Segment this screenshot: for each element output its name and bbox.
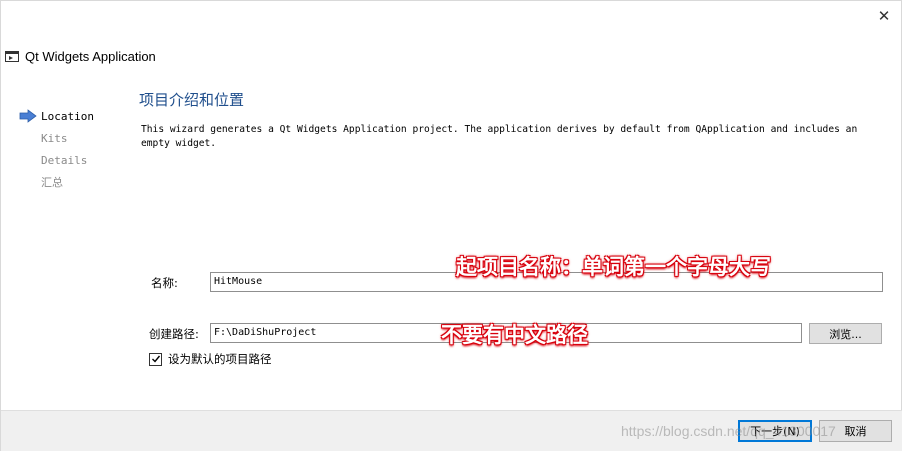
default-path-checkbox[interactable]: [149, 352, 162, 366]
page-title: 项目介绍和位置: [139, 91, 245, 109]
step-details: Details: [19, 149, 129, 171]
step-label: 汇总: [41, 176, 63, 189]
step-kits: Kits: [19, 127, 129, 149]
path-label: 创建路径:: [149, 327, 199, 341]
wizard-window: ✕ Qt Widgets Application Location Kits D…: [0, 0, 902, 451]
wizard-steps: Location Kits Details 汇总: [19, 105, 129, 193]
path-annotation: 不要有中文路径: [441, 323, 588, 347]
default-path-checkbox-row[interactable]: 设为默认的项目路径: [149, 351, 272, 367]
name-label: 名称:: [151, 276, 178, 290]
wizard-header: Qt Widgets Application: [5, 47, 156, 65]
checkmark-icon: [151, 355, 160, 363]
name-annotation: 起项目名称：单词第一个字母大写: [456, 255, 771, 279]
current-step-arrow-icon: [19, 109, 37, 123]
browse-button[interactable]: 浏览...: [809, 323, 882, 344]
step-summary: 汇总: [19, 171, 129, 193]
step-label: Details: [41, 153, 88, 167]
watermark: https://blog.csdn.net/qq_41300017: [621, 423, 836, 439]
default-path-checkbox-label: 设为默认的项目路径: [168, 352, 272, 366]
page-description: This wizard generates a Qt Widgets Appli…: [141, 124, 858, 149]
step-label: Kits: [41, 131, 68, 145]
step-location: Location: [19, 105, 129, 127]
application-window-icon: [5, 50, 19, 62]
step-label: Location: [41, 109, 94, 123]
wizard-title: Qt Widgets Application: [25, 48, 156, 64]
close-icon[interactable]: ✕: [873, 5, 895, 27]
